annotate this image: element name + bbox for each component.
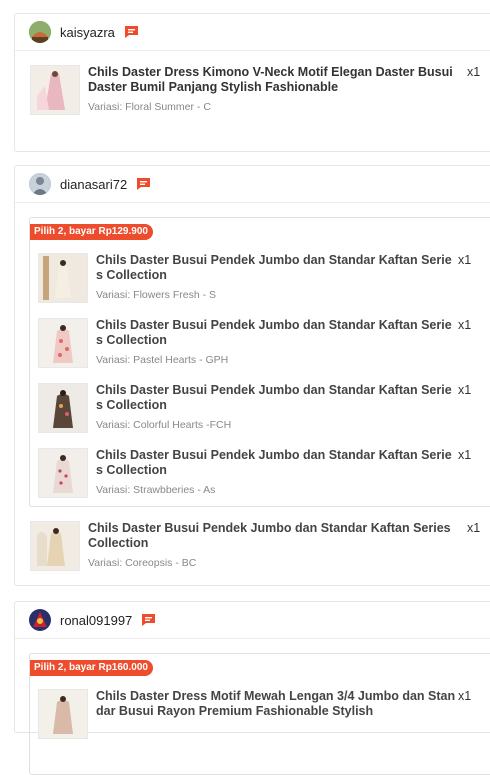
product-thumbnail[interactable] xyxy=(30,521,80,571)
product-variant: Variasi: Pastel Hearts - GPH xyxy=(96,354,229,366)
product-thumbnail[interactable] xyxy=(38,383,88,433)
product-variant: Variasi: Coreopsis - BC xyxy=(88,557,197,569)
bundle-deal-group: Pilih 2, bayar Rp160.000 Chils Daster Dr… xyxy=(29,653,490,775)
item-quantity: x1 xyxy=(458,448,472,462)
bundle-deal-badge[interactable]: Pilih 2, bayar Rp129.900 xyxy=(30,224,153,240)
item-quantity: x1 xyxy=(458,383,472,397)
order-header: dianasari72 xyxy=(15,166,490,203)
item-quantity: x1 xyxy=(467,521,481,535)
username[interactable]: kaisyazra xyxy=(60,25,115,40)
order-card: ronal091997 Pilih 2, bayar Rp160.000 Chi… xyxy=(14,601,490,775)
product-thumbnail[interactable] xyxy=(38,448,88,498)
bundle-item[interactable]: Chils Daster Busui Pendek Jumbo dan Stan… xyxy=(38,448,458,498)
avatar[interactable] xyxy=(29,173,51,195)
product-name[interactable]: Chils Daster Dress Motif Mewah Lengan 3/… xyxy=(96,689,458,719)
bundle-item[interactable]: Chils Daster Dress Motif Mewah Lengan 3/… xyxy=(38,689,458,739)
item-quantity: x1 xyxy=(458,689,472,703)
item-quantity: x1 xyxy=(458,318,472,332)
avatar[interactable] xyxy=(29,609,51,631)
product-thumbnail[interactable] xyxy=(38,253,88,303)
product-thumbnail[interactable] xyxy=(38,318,88,368)
order-card: kaisyazra Chils Daster Dress Kimono V-Ne… xyxy=(14,13,490,152)
product-variant: Variasi: Strawbberies - As xyxy=(96,484,216,496)
product-name[interactable]: Chils Daster Busui Pendek Jumbo dan Stan… xyxy=(96,253,458,283)
product-variant: Variasi: Flowers Fresh - S xyxy=(96,289,216,301)
bundle-deal-group: Pilih 2, bayar Rp129.900 Chils Daster Bu… xyxy=(29,217,490,507)
item-quantity: x1 xyxy=(458,253,472,267)
order-card: dianasari72 Pilih 2, bayar Rp129.900 Chi… xyxy=(14,165,490,586)
item-quantity: x1 xyxy=(467,65,481,79)
chat-bubble-icon[interactable] xyxy=(124,25,139,39)
order-item[interactable]: Chils Daster Dress Kimono V-Neck Motif E… xyxy=(30,65,458,115)
product-thumbnail[interactable] xyxy=(38,689,88,739)
bundle-deal-badge[interactable]: Pilih 2, bayar Rp160.000 xyxy=(30,660,153,676)
chat-bubble-icon[interactable] xyxy=(141,613,156,627)
avatar[interactable] xyxy=(29,21,51,43)
bundle-item[interactable]: Chils Daster Busui Pendek Jumbo dan Stan… xyxy=(38,383,458,433)
product-name[interactable]: Chils Daster Busui Pendek Jumbo dan Stan… xyxy=(96,448,458,478)
order-header: kaisyazra xyxy=(15,14,490,51)
bundle-item[interactable]: Chils Daster Busui Pendek Jumbo dan Stan… xyxy=(38,253,458,303)
username[interactable]: ronal091997 xyxy=(60,613,132,628)
product-name[interactable]: Chils Daster Busui Pendek Jumbo dan Stan… xyxy=(96,383,458,413)
product-thumbnail[interactable] xyxy=(30,65,80,115)
product-variant: Variasi: Floral Summer - C xyxy=(88,101,211,113)
product-variant: Variasi: Colorful Hearts -FCH xyxy=(96,419,232,431)
bundle-item[interactable]: Chils Daster Busui Pendek Jumbo dan Stan… xyxy=(38,318,458,368)
order-header: ronal091997 xyxy=(15,602,490,639)
order-item[interactable]: Chils Daster Busui Pendek Jumbo dan Stan… xyxy=(30,521,458,571)
chat-bubble-icon[interactable] xyxy=(136,177,151,191)
product-name[interactable]: Chils Daster Busui Pendek Jumbo dan Stan… xyxy=(96,318,458,348)
product-name[interactable]: Chils Daster Dress Kimono V-Neck Motif E… xyxy=(88,65,458,95)
username[interactable]: dianasari72 xyxy=(60,177,127,192)
product-name[interactable]: Chils Daster Busui Pendek Jumbo dan Stan… xyxy=(88,521,458,551)
